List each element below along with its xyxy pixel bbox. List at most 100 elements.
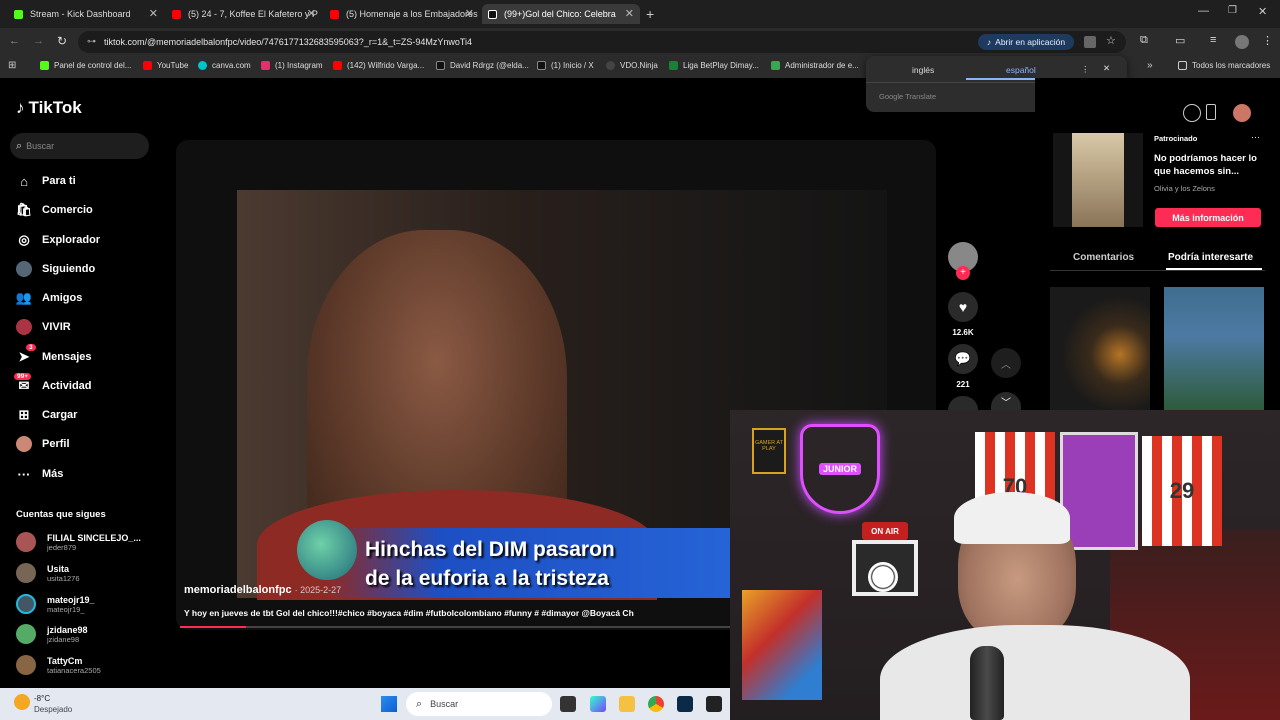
copilot-icon[interactable] [590,696,606,712]
next-video-button[interactable]: ﹀ [991,392,1021,410]
more-bookmarks-icon[interactable]: » [1147,60,1153,71]
nav-siguiendo[interactable]: Siguiendo [16,261,95,277]
url-field[interactable]: ⊶ tiktok.com/@memoriadelbalonfpc/video/7… [78,31,1126,53]
lang-option-english[interactable]: inglés [912,65,934,75]
open-in-app-button[interactable]: ♪ Abrir en aplicación [978,34,1074,50]
nav-label: Más [42,468,64,480]
taskbar-search-label: Buscar [430,699,459,709]
follow-plus-icon[interactable]: + [956,266,970,280]
bookmark-youtube[interactable]: YouTube [143,61,188,70]
bookmark-betplay[interactable]: Liga BetPlay Dimay... [669,61,759,70]
translate-icon[interactable] [1084,36,1096,48]
close-icon[interactable]: ✕ [465,7,474,20]
forward-icon[interactable]: → [33,35,44,47]
suggested-video-thumb[interactable] [1164,287,1264,410]
search-input[interactable]: ⌕ Buscar [10,133,149,159]
youtube-icon [143,61,152,70]
bookmark-admin[interactable]: Administrador de e... [771,61,859,70]
close-icon[interactable]: ✕ [625,7,634,20]
nav-mensajes[interactable]: ➤ 3 Mensajes [16,344,92,365]
user-avatar[interactable] [1233,104,1251,122]
nav-perfil[interactable]: Perfil [16,436,70,452]
following-icon [16,261,32,277]
task-view-icon[interactable] [560,696,576,712]
nav-actividad[interactable]: ✉ 99+ Actividad [14,373,92,394]
bookmark-label: Todos los marcadores [1192,61,1271,70]
nav-mas[interactable]: ··· Más [16,466,64,482]
close-icon[interactable]: ✕ [149,7,158,20]
nav-para-ti[interactable]: ⌂ Para ti [16,173,76,189]
followed-account[interactable]: FILIAL SINCELEJO_... jeder879 [16,532,141,552]
followed-account[interactable]: TattyCm tatianacera2505 [16,655,101,675]
bookmark-label: Liga BetPlay Dimay... [683,61,759,70]
followed-account[interactable]: Usita usita1276 [16,563,80,583]
home-icon: ⌂ [20,173,28,189]
more-icon[interactable]: ⋮ [1081,64,1090,75]
profile-avatar[interactable] [1235,35,1249,49]
obs-icon[interactable] [706,696,722,712]
lang-option-spanish[interactable]: español [1006,65,1036,75]
nav-vivir[interactable]: VIVIR [16,319,71,335]
ad-thumbnail[interactable] [1053,133,1143,227]
apps-icon[interactable]: ⊞ [8,60,16,71]
ad-cta-button[interactable]: Más información [1155,208,1261,227]
chrome-icon[interactable] [648,696,664,712]
bookmark-canva[interactable]: canva.com [198,61,251,70]
tab-youtube-2[interactable]: (5) Homenaje a los Embajadores ✕ [324,4,480,24]
tab-tiktok[interactable]: (99+)Gol del Chico: Celebra ✕ [482,4,640,24]
device-icon[interactable] [1206,104,1216,120]
save-button[interactable] [948,396,978,410]
followed-account[interactable]: jzidane98 jzidane98 [16,624,88,644]
prev-video-button[interactable]: ︿ [991,348,1021,378]
new-tab-button[interactable]: + [646,6,654,22]
extensions-icon[interactable]: ⧉ [1140,34,1148,47]
heart-icon: ♥ [958,299,968,315]
bookmark-kick[interactable]: Panel de control del... [40,61,131,70]
comment-button[interactable]: 💬 [948,344,978,374]
on-air-sign: ON AIR [862,522,908,540]
video-author[interactable]: memoriadelbalonfpc · 2025-2-27 [184,584,341,596]
tab-kick[interactable]: Stream - Kick Dashboard ✕ [8,4,164,24]
close-icon[interactable]: ✕ [307,7,316,20]
minimize-button[interactable]: — [1198,5,1209,17]
nav-amigos[interactable]: 👥 Amigos [16,290,82,306]
nav-explorador[interactable]: ◎ Explorador [16,232,100,248]
all-bookmarks[interactable]: Todos los marcadores [1178,61,1270,70]
bookmark-vdo[interactable]: VDO.Ninja [606,61,658,70]
reload-icon[interactable]: ↻ [57,34,67,48]
nav-cargar[interactable]: ⊞ Cargar [16,407,78,423]
close-icon[interactable]: ✕ [1103,63,1110,74]
tab-comentarios[interactable]: Comentarios [1073,252,1134,263]
tiktok-logo[interactable]: ♪ TikTok [16,98,82,118]
weather-desc: Despejado [34,705,73,714]
nav-comercio[interactable]: 🛍 Comercio [16,202,93,218]
video-progress-track[interactable] [180,626,730,628]
url-text: tiktok.com/@memoriadelbalonfpc/video/747… [104,37,473,47]
bookmark-david[interactable]: David Rdrgz (@elda... [436,61,529,70]
browser-menu-icon[interactable]: ⋮ [1262,34,1273,47]
suggested-video-thumb[interactable] [1050,287,1150,410]
cast-icon[interactable]: ▭ [1175,34,1185,47]
followed-account[interactable]: mateojr19_ mateojr19_ [16,594,95,614]
youtube-icon [333,61,342,70]
bookmark-x[interactable]: (1) Inicio / X [537,61,594,70]
back-icon[interactable]: ← [9,35,20,47]
bookmark-instagram[interactable]: (1) Instagram [261,61,323,70]
compass-icon[interactable] [1183,104,1201,122]
video-description: Y hoy en jueves de tbt Gol del chico!!!#… [184,608,634,618]
windows-start-icon[interactable] [381,696,397,712]
weather-icon[interactable] [14,694,30,710]
tab-youtube-1[interactable]: (5) 24 - 7, Koffee El Kafetero y P ✕ [166,4,322,24]
site-info-icon[interactable]: ⊶ [87,36,96,47]
maximize-button[interactable]: ❐ [1228,5,1237,16]
tabs-menu-icon[interactable]: ≡ [1210,34,1216,46]
ad-more-icon[interactable]: ··· [1251,132,1260,142]
photoshop-icon[interactable] [677,696,693,712]
tab-podria-interesarte[interactable]: Podría interesarte [1168,252,1253,263]
close-window-button[interactable]: ✕ [1258,5,1267,18]
like-button[interactable]: ♥ [948,292,978,322]
file-explorer-icon[interactable] [619,696,635,712]
star-icon[interactable]: ☆ [1106,34,1116,47]
bookmark-wilfrido[interactable]: (142) Wilfrido Varga... [333,61,424,70]
taskbar-search[interactable]: ⌕ Buscar [406,692,552,716]
